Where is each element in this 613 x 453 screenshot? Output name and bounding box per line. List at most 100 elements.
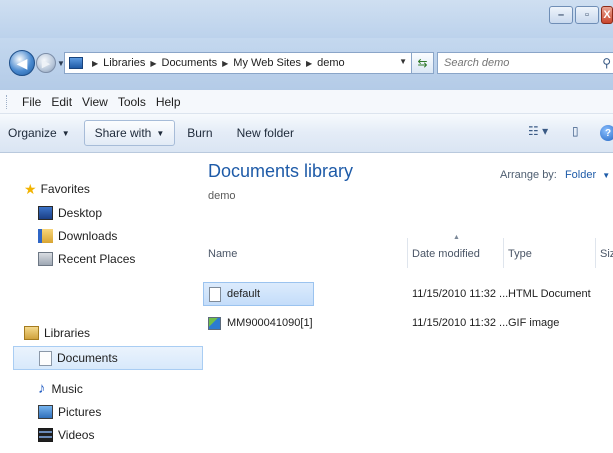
- share-with-label: Share with: [94, 126, 152, 140]
- maximize-button[interactable]: ▫: [575, 6, 599, 24]
- documents-icon: [39, 350, 52, 366]
- music-note-icon: ♪: [38, 380, 46, 397]
- help-icon[interactable]: ?: [600, 125, 613, 141]
- nav-item-label: Music: [51, 382, 83, 396]
- desktop-icon: [38, 206, 53, 220]
- nav-item-label: Desktop: [58, 206, 103, 220]
- chevron-right-icon[interactable]: ▶: [92, 59, 98, 68]
- search-box[interactable]: ⚲: [437, 52, 613, 74]
- chevron-down-icon[interactable]: ▼: [399, 57, 407, 66]
- column-header-type[interactable]: Type: [508, 248, 532, 260]
- file-date-modified: 11/15/2010 11:32 ...: [412, 317, 509, 329]
- chevron-right-icon[interactable]: ▶: [222, 59, 228, 68]
- nav-favorites[interactable]: ★ Favorites: [24, 182, 90, 196]
- command-bar: Organize ▼ Share with ▼ Burn New folder …: [0, 114, 613, 153]
- column-header-date-modified[interactable]: Date modified: [412, 248, 480, 260]
- organize-label: Organize: [8, 126, 57, 140]
- change-view-icon[interactable]: ☷ ▾: [528, 124, 548, 138]
- arrange-by-dropdown[interactable]: Folder: [565, 169, 596, 181]
- nav-item-videos[interactable]: Videos: [38, 425, 94, 445]
- forward-arrow-icon: ▶: [41, 57, 51, 70]
- file-type: HTML Document: [508, 288, 591, 300]
- gif-image-icon: [208, 316, 221, 330]
- nav-item-label: Downloads: [58, 229, 118, 243]
- nav-item-pictures[interactable]: Pictures: [38, 402, 101, 422]
- star-icon: ★: [24, 181, 37, 197]
- nav-item-music[interactable]: ♪ Music: [38, 379, 83, 399]
- back-button[interactable]: ◀: [9, 50, 35, 76]
- chevron-right-icon[interactable]: ▶: [150, 59, 156, 68]
- menu-edit[interactable]: Edit: [46, 95, 77, 109]
- nav-item-label: Pictures: [58, 405, 102, 419]
- nav-libraries[interactable]: Libraries: [24, 326, 90, 340]
- libraries-icon: [69, 57, 83, 69]
- menu-view[interactable]: View: [77, 95, 113, 109]
- file-name-cell[interactable]: MM900041090[1]: [203, 311, 403, 335]
- forward-button[interactable]: ▶: [36, 53, 56, 73]
- file-row[interactable]: MM900041090[1] 11/15/2010 11:32 ... GIF …: [203, 311, 613, 335]
- nav-item-label: Videos: [58, 428, 95, 442]
- menu-grip: [6, 94, 10, 109]
- close-button[interactable]: X: [601, 6, 613, 24]
- nav-libraries-label: Libraries: [44, 326, 91, 340]
- nav-item-label: Documents: [57, 351, 118, 365]
- navigation-pane: ★ Favorites Desktop Downloads Recent Pla…: [0, 153, 203, 453]
- content-pane: Documents library demo Arrange by: Folde…: [203, 153, 613, 453]
- libraries-icon: [24, 326, 39, 340]
- chevron-down-icon[interactable]: ▼: [602, 171, 610, 180]
- chevron-down-icon: ▼: [61, 128, 70, 138]
- back-arrow-icon: ◀: [16, 54, 28, 71]
- organize-button[interactable]: Organize ▼: [0, 120, 82, 146]
- new-folder-button[interactable]: New folder: [225, 120, 306, 146]
- title-bar: – ▫ X: [0, 0, 613, 38]
- preview-pane-icon[interactable]: ▯: [572, 124, 579, 138]
- breadcrumb-demo[interactable]: demo: [317, 57, 345, 69]
- nav-item-desktop[interactable]: Desktop: [38, 203, 102, 223]
- menu-file[interactable]: File: [17, 95, 46, 109]
- library-subtitle: demo: [208, 190, 236, 202]
- menu-bar: File Edit View Tools Help: [0, 90, 613, 114]
- breadcrumb-my-web-sites[interactable]: My Web Sites: [233, 57, 301, 69]
- downloads-folder-icon: [38, 229, 53, 243]
- file-type: GIF image: [508, 317, 560, 329]
- window-controls: – ▫ X: [547, 6, 613, 24]
- search-icon[interactable]: ⚲: [602, 56, 611, 70]
- share-with-button[interactable]: Share with ▼: [83, 120, 176, 146]
- column-divider[interactable]: [595, 238, 596, 268]
- chevron-down-icon: ▼: [156, 128, 165, 138]
- breadcrumb-documents[interactable]: Documents: [162, 57, 218, 69]
- nav-item-downloads[interactable]: Downloads: [38, 226, 117, 246]
- search-input[interactable]: [444, 57, 594, 69]
- pictures-icon: [38, 405, 53, 419]
- nav-item-recent-places[interactable]: Recent Places: [38, 249, 135, 269]
- nav-favorites-label: Favorites: [40, 182, 90, 196]
- nav-item-documents[interactable]: Documents: [13, 346, 203, 370]
- arrange-by: Arrange by: Folder ▼: [500, 169, 610, 181]
- refresh-icon: ⇆: [417, 56, 428, 70]
- arrange-by-label: Arrange by:: [500, 169, 557, 181]
- address-row: ◀ ▶ ▼ ▶ Libraries ▶ Documents ▶ My Web S…: [0, 38, 613, 90]
- burn-button[interactable]: Burn: [175, 120, 224, 146]
- file-name: default: [227, 288, 261, 300]
- column-divider[interactable]: [407, 238, 408, 268]
- html-file-icon: [209, 286, 221, 302]
- file-name: MM900041090[1]: [227, 317, 313, 329]
- library-title: Documents library: [208, 161, 354, 181]
- nav-item-label: Recent Places: [58, 252, 136, 266]
- file-date-modified: 11/15/2010 11:32 ...: [412, 288, 509, 300]
- file-row[interactable]: default 11/15/2010 11:32 ... HTML Docume…: [203, 282, 613, 306]
- recent-places-icon: [38, 252, 53, 266]
- chevron-right-icon[interactable]: ▶: [306, 59, 312, 68]
- menu-tools[interactable]: Tools: [113, 95, 151, 109]
- column-header-name[interactable]: Name: [208, 248, 237, 260]
- sort-arrow-icon: ▲: [453, 234, 460, 241]
- file-name-cell[interactable]: default: [203, 282, 314, 306]
- breadcrumb-libraries[interactable]: Libraries: [103, 57, 145, 69]
- minimize-button[interactable]: –: [549, 6, 573, 24]
- column-header-size[interactable]: Size: [600, 248, 613, 260]
- column-divider[interactable]: [503, 238, 504, 268]
- refresh-button[interactable]: ⇆: [412, 52, 434, 74]
- address-bar[interactable]: ▶ Libraries ▶ Documents ▶ My Web Sites ▶…: [64, 52, 412, 74]
- videos-icon: [38, 428, 53, 442]
- menu-help[interactable]: Help: [151, 95, 186, 109]
